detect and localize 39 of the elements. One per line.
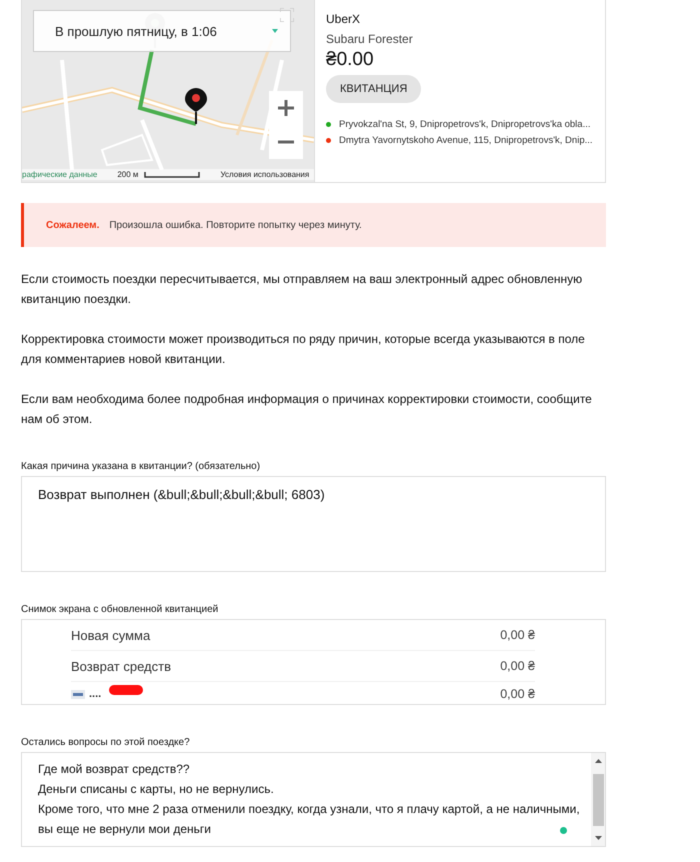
- vehicle-name: Subaru Forester: [326, 32, 414, 46]
- stop-address: Dmytra Yavornytskoho Avenue, 115, Dnipropetrovs'k, Dnip...: [339, 135, 593, 146]
- terms-link[interactable]: Условия использования: [220, 170, 310, 179]
- questions-field[interactable]: Где мой возврат средств?? Деньги списаны с карты, но не вернулись. Кроме того, что мне 2 раза отменили поездку, когда узнали, что я плачу картой, а не наличными, вы еще не вернули мои деньги: [21, 752, 606, 847]
- info-paragraph: Если стоимость поездки пересчитывается, мы отправляем на ваш электронный адрес обновленную квитанцию поездки.: [21, 271, 584, 308]
- error-title: Сожалеем.: [46, 220, 100, 230]
- message-line: Деньги списаны с карты, но не вернулись.: [38, 781, 274, 798]
- error-message: Произошла ошибка. Повторите попытку через минуту.: [109, 220, 362, 230]
- message-line: Где мой возврат средств??: [38, 761, 190, 778]
- receipt-button[interactable]: КВИТАНЦИЯ: [326, 75, 422, 103]
- map-pin-icon: [185, 88, 207, 124]
- redaction-mark: [109, 685, 143, 695]
- card-icon: [71, 690, 85, 698]
- scroll-up-icon[interactable]: [594, 759, 602, 763]
- scale-label: 200 м: [117, 170, 138, 179]
- field-label: Снимок экрана с обновленной квитанцией: [21, 604, 220, 615]
- time-dropdown[interactable]: В прошлую пятницу, в 1:06: [33, 10, 291, 52]
- scrollbar[interactable]: [591, 753, 605, 846]
- info-paragraph: Корректировка стоимости может производиться по ряду причин, которые всегда указываются в поле для комментариев новой квитанции.: [21, 331, 586, 368]
- field-label: Какая причина указана в квитанции? (обязательно): [21, 461, 262, 472]
- status-dot-icon: [560, 827, 567, 834]
- dropdown-caret-icon: [272, 29, 278, 33]
- scale-bar-icon: [144, 172, 200, 178]
- message-line: Кроме того, что мне 2 раза отменили поездку, когда узнали, что я плачу картой, а не наличными,: [38, 801, 580, 818]
- field-label: Остались вопросы по этой поездке?: [21, 737, 191, 748]
- receipt-line-amount: 0,00 ₴: [500, 628, 535, 642]
- stop-address: Pryvokzal'na St, 9, Dnipropetrovs'k, Dnipropetrovs'ka obla...: [339, 119, 590, 130]
- product-name: UberX: [326, 12, 362, 26]
- map-data-link[interactable]: рафические данные: [22, 170, 98, 179]
- card-number: ....: [89, 688, 102, 700]
- receipt-line-label: Новая сумма: [71, 628, 150, 642]
- message-line: вы еще не вернули мои деньги: [38, 821, 211, 838]
- receipt-line-label: Возврат средств: [71, 658, 171, 674]
- fare-amount: ₴0.00: [326, 49, 375, 71]
- scroll-down-icon[interactable]: [594, 836, 602, 840]
- info-paragraph: Если вам необходима более подробная информация о причинах корректировки стоимости, сообщите нам об этом.: [21, 391, 593, 428]
- reason-field[interactable]: Возврат выполнен (&bull;&bull;&bull;&bull; 6803): [21, 476, 606, 572]
- receipt-line-amount: 0,00 ₴: [500, 659, 535, 673]
- receipt-line-amount: 0,00 ₴: [500, 687, 535, 701]
